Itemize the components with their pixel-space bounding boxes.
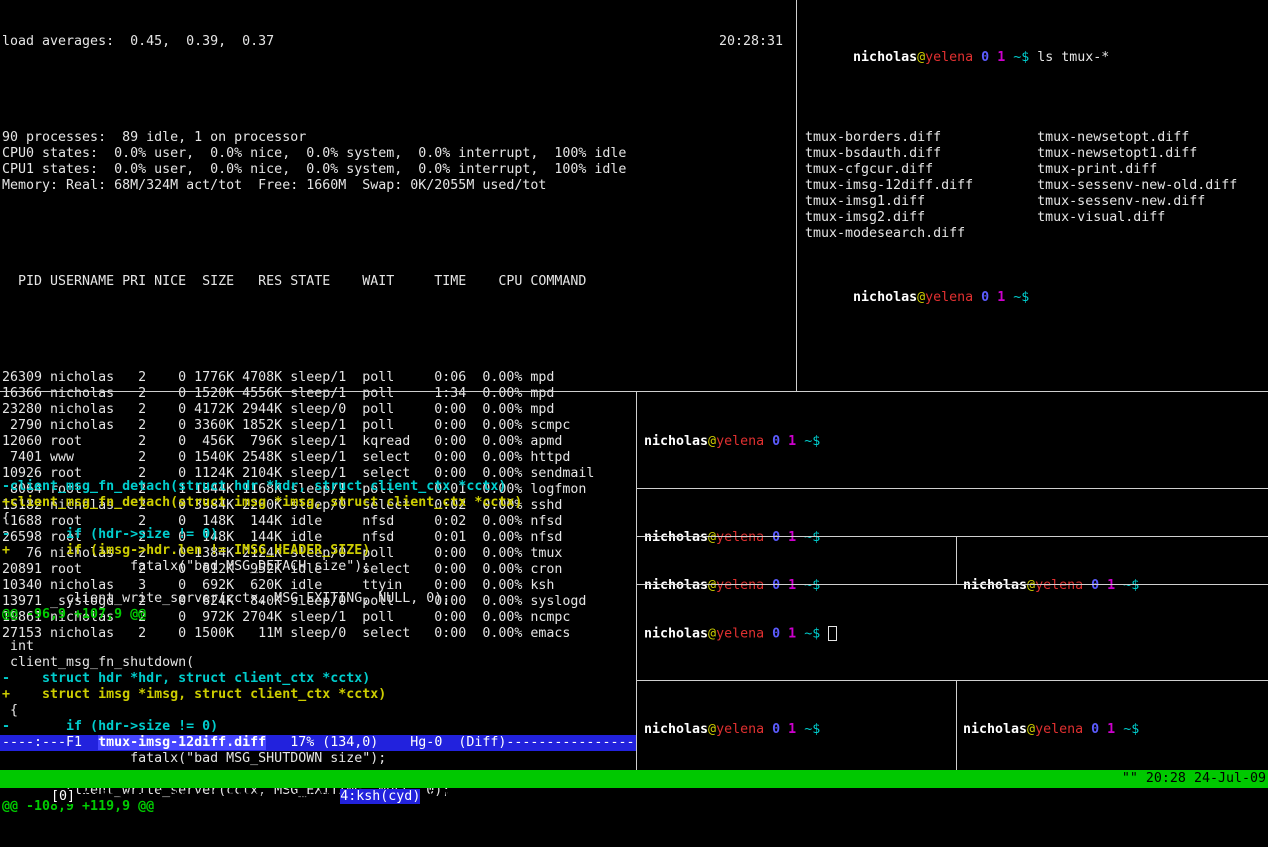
shell-prompt: nicholas@yelena 0 1 ~$	[644, 722, 820, 737]
shell-prompt: nicholas@yelena 0 1 ~$	[644, 627, 820, 642]
window-item[interactable]: 4:ksh(cyd)	[340, 789, 420, 804]
pane-border-horizontal-main	[0, 391, 1268, 392]
shell-prompt-line: nicholas@yelena 0 1 ~$	[644, 434, 820, 450]
shell-prompt: nicholas@yelena 0 1 ~$	[853, 50, 1029, 65]
diff-line	[2, 575, 634, 591]
pane-border-h3	[637, 584, 1268, 585]
ls-output-line: tmux-bsdauth.diff tmux-newsetopt1.diff	[805, 146, 1265, 162]
shell-prompt-line: nicholas@yelena 0 1 ~$	[805, 274, 1265, 290]
top-load-line: load averages: 0.45, 0.39, 0.37 20:28:31	[2, 34, 783, 50]
shell-prompt: nicholas@yelena 0 1 ~$	[644, 578, 820, 593]
ls-output-line: tmux-imsg1.diff tmux-sessenv-new.diff	[805, 194, 1265, 210]
top-summary-line: Memory: Real: 68M/324M act/tot Free: 166…	[2, 178, 794, 194]
pane-border-h2	[637, 536, 1268, 537]
top-summary-line: CPU0 states: 0.0% user, 0.0% nice, 0.0% …	[2, 146, 794, 162]
window-item[interactable]: 9:ksh	[628, 789, 668, 804]
diff-line: client_write_server(cctx, MSG_EXITING, N…	[2, 591, 634, 607]
diff-line: {	[2, 703, 634, 719]
pane-system-monitor[interactable]: load averages: 0.45, 0.39, 0.3720:28:31 …	[2, 2, 794, 388]
shell-prompt: nicholas@yelena 0 1 ~$	[644, 530, 820, 545]
pane-shell-7[interactable]: nicholas@yelena 0 1 ~$	[963, 690, 1139, 770]
top-summary-line: 90 processes: 89 idle, 1 on processor	[2, 130, 794, 146]
pane-shell-1[interactable]: nicholas@yelena 0 1 ~$	[644, 402, 820, 482]
window-item[interactable]: 5:ksh	[428, 789, 468, 804]
editor-modeline: ----:---F1 tmux-imsg-12diff.diff 17% (13…	[0, 735, 636, 751]
window-item[interactable]: 8:ksh*	[572, 789, 620, 804]
diff-line: - if (hdr->size != 0)	[2, 719, 634, 735]
diff-line: + if (imsg->hdr.len != IMSG_HEADER_SIZE)	[2, 543, 634, 559]
shell-prompt: nicholas@yelena 0 1 ~$	[963, 722, 1139, 737]
tmux-status-bar: [0]0:irssi#1:todo2:ncmpc-3:mutt4:ksh(cyd…	[0, 770, 1268, 788]
pane-shell-4[interactable]: nicholas@yelena 0 1 ~$	[963, 546, 1139, 626]
session-name: [0]	[50, 789, 76, 804]
window-list: 0:irssi# 1:todo 2:ncmpc- 3:mutt 4:ksh(cyd) 5:…	[76, 789, 781, 804]
shell-prompt-line: nicholas@yelena 0 1 ~$	[644, 722, 820, 738]
window-item[interactable]: 0:irssi#	[84, 789, 148, 804]
window-item[interactable]: 1:todo	[156, 789, 204, 804]
diff-line: - struct hdr *hdr, struct client_ctx *cc…	[2, 671, 634, 687]
status-left: [0]0:irssi#1:todo2:ncmpc-3:mutt4:ksh(cyd…	[2, 770, 781, 788]
process-row: 26309 nicholas 2 0 1776K 4708K sleep/1 p…	[2, 370, 794, 386]
shell-prompt: nicholas@yelena 0 1 ~$	[963, 578, 1139, 593]
pane-border-h1	[637, 488, 1268, 489]
top-clock: 20:28:31	[719, 34, 783, 50]
shell-prompt-line: nicholas@yelena 0 1 ~$	[963, 722, 1139, 738]
process-table-header: PID USERNAME PRI NICE SIZE RES STATE WAI…	[2, 274, 794, 290]
pane-shell-5-active[interactable]: nicholas@yelena 0 1 ~$	[644, 594, 837, 674]
pane-shell-6[interactable]: nicholas@yelena 0 1 ~$	[644, 690, 820, 770]
pane-editor-diff[interactable]: -client_msg_fn_detach(struct hdr *hdr, s…	[2, 399, 634, 735]
window-item[interactable]: 7:ksh	[524, 789, 564, 804]
shell-prompt: nicholas@yelena 0 1 ~$	[853, 290, 1029, 305]
pane-border-vertical-bottom	[636, 392, 637, 770]
ls-output-line: tmux-imsg2.diff tmux-visual.diff	[805, 210, 1265, 226]
diff-line: {	[2, 511, 634, 527]
shell-prompt-line: nicholas@yelena 0 1 ~$	[644, 530, 820, 546]
window-item[interactable]: 11:ksh	[733, 789, 781, 804]
blank-line	[2, 226, 794, 242]
diff-line: -client_msg_fn_detach(struct hdr *hdr, s…	[2, 479, 634, 495]
pane-border-v-mid2	[956, 681, 957, 770]
diff-line: +client_msg_fn_detach(struct imsg *imsg,…	[2, 495, 634, 511]
shell-prompt: nicholas@yelena 0 1 ~$	[644, 434, 820, 449]
shell-prompt-line: nicholas@yelena 0 1 ~$ ls tmux-*	[805, 34, 1265, 50]
terminal-cursor	[828, 626, 837, 641]
diff-line: client_msg_fn_shutdown(	[2, 655, 634, 671]
shell-prompt-line: nicholas@yelena 0 1 ~$	[963, 578, 1139, 594]
diff-line: @@ -96,9 +107,9 @@	[2, 607, 634, 623]
pane-border-h4	[637, 680, 1268, 681]
window-item[interactable]: 3:mutt	[284, 789, 332, 804]
ls-output: tmux-borders.diff tmux-newsetopt.difftmu…	[805, 82, 1265, 242]
diff-line	[2, 623, 634, 639]
load-averages-text: load averages: 0.45, 0.39, 0.37	[2, 34, 274, 50]
window-item[interactable]: 6:ksh	[476, 789, 516, 804]
shell-prompt-line: nicholas@yelena 0 1 ~$	[644, 578, 820, 594]
diff-line: int	[2, 639, 634, 655]
top-summary-line: CPU1 states: 0.0% user, 0.0% nice, 0.0% …	[2, 162, 794, 178]
diff-content: -client_msg_fn_detach(struct hdr *hdr, s…	[2, 431, 634, 815]
shell-command: ls tmux-*	[1029, 50, 1109, 65]
shell-prompt-line: nicholas@yelena 0 1 ~$	[644, 626, 837, 642]
pane-border-vertical-top	[796, 0, 797, 391]
tmux-terminal-screen: load averages: 0.45, 0.39, 0.3720:28:31 …	[0, 0, 1268, 788]
status-right-clock: "" 20:28 24-Jul-09	[1122, 770, 1266, 788]
top-summary: 90 processes: 89 idle, 1 on processorCPU…	[2, 82, 794, 194]
diff-line: - if (hdr->size != 0)	[2, 527, 634, 543]
ls-output-line: tmux-cfgcur.diff tmux-print.diff	[805, 162, 1265, 178]
window-item[interactable]: 10:ksh	[677, 789, 725, 804]
ls-output-line: tmux-modesearch.diff	[805, 226, 1265, 242]
diff-line: + struct imsg *imsg, struct client_ctx *…	[2, 687, 634, 703]
ls-output-line: tmux-imsg-12diff.diff tmux-sessenv-new-o…	[805, 178, 1265, 194]
ls-output-line: tmux-borders.diff tmux-newsetopt.diff	[805, 130, 1265, 146]
diff-line: fatalx("bad MSG_DETACH size");	[2, 559, 634, 575]
pane-shell-ls[interactable]: nicholas@yelena 0 1 ~$ ls tmux-* tmux-bo…	[805, 2, 1265, 388]
diff-line: fatalx("bad MSG_SHUTDOWN size");	[2, 751, 634, 767]
pane-border-v-mid1	[956, 537, 957, 584]
window-item[interactable]: 2:ncmpc-	[212, 789, 276, 804]
